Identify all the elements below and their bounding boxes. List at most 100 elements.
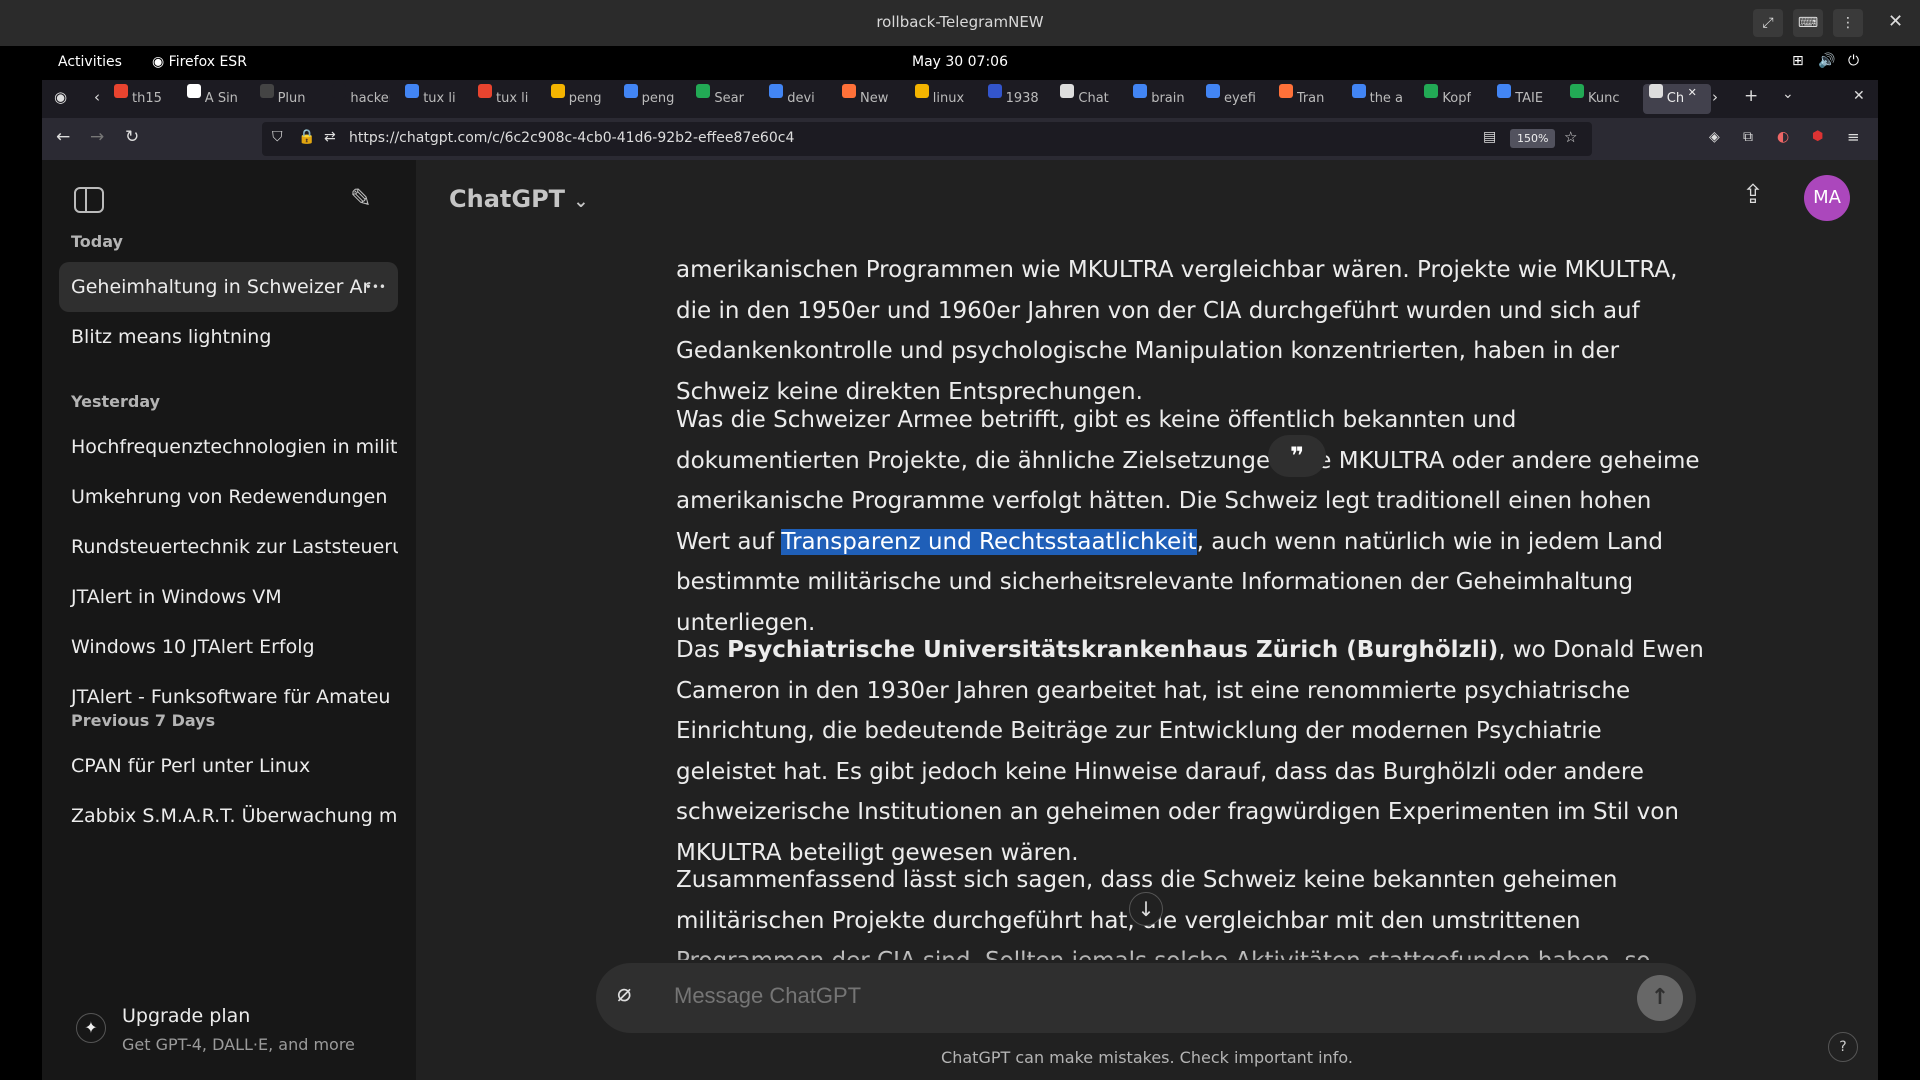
firefox-view-icon[interactable]: ◉ (54, 88, 67, 106)
more-options-icon[interactable]: ••• (365, 262, 386, 312)
lock-icon[interactable]: 🔒 (298, 129, 315, 145)
message-paragraph: amerikanischen Programmen wie MKULTRA ve… (676, 257, 1678, 405)
permissions-icon[interactable]: ⇄ (324, 129, 336, 145)
new-chat-icon[interactable]: ✎ (350, 184, 372, 214)
sidebar-chat-item[interactable]: Zabbix S.M.A.R.T. Überwachung mi (59, 791, 398, 841)
browser-tab[interactable]: linux (914, 84, 985, 114)
sidebar-chat-item[interactable]: Geheimhaltung in Schweizer Ar ••• (59, 262, 398, 312)
tab-label: Tran (1296, 91, 1325, 106)
list-tabs-icon[interactable]: ⌄ (1782, 86, 1794, 102)
bookmark-star-icon[interactable]: ☆ (1564, 128, 1577, 146)
close-tab-icon[interactable]: ✕ (1684, 86, 1697, 99)
scroll-down-icon[interactable]: ↓ (1129, 892, 1163, 926)
browser-tab[interactable]: Tran (1278, 84, 1349, 114)
toggle-sidebar-icon[interactable] (74, 187, 104, 213)
menu-icon[interactable]: ⋮ (1833, 9, 1863, 37)
extensions-icon[interactable]: ⧉ (1743, 129, 1753, 145)
browser-tab[interactable]: brain (1133, 84, 1203, 114)
tab-label: peng (568, 91, 602, 106)
selected-text: Transparenz und Rechtsstaatlichkeit (781, 528, 1197, 555)
upgrade-plan-button[interactable]: Upgrade plan (122, 1005, 250, 1027)
browser-tab[interactable]: Chat (1060, 84, 1130, 114)
sidebar-chat-item[interactable]: Umkehrung von Redewendungen (59, 472, 398, 522)
window-title: rollback-TelegramNEW (876, 13, 1044, 31)
zoom-indicator[interactable]: 150% (1510, 129, 1556, 148)
close-window-icon[interactable]: ✕ (1853, 88, 1865, 104)
favicon-icon (1206, 84, 1220, 98)
browser-tab[interactable]: A Sin (186, 84, 257, 114)
tab-label: Kopf (1442, 91, 1472, 106)
tab-label: Sear (714, 91, 744, 106)
sidebar-chat-item[interactable]: Rundsteuertechnik zur Laststeueru (59, 522, 398, 572)
browser-tab[interactable]: Sear (696, 84, 766, 114)
browser-tab[interactable]: TAIE (1497, 84, 1567, 114)
quote-selection-icon[interactable]: ❞ (1268, 435, 1326, 477)
sidebar-chat-item[interactable]: Hochfrequenztechnologien in milit (59, 422, 398, 472)
tab-label: tux li (496, 91, 529, 106)
favicon-icon (114, 84, 128, 98)
gnome-top-bar: Activities ◉ Firefox ESR May 30 07:06 ⊞ … (0, 46, 1920, 78)
share-icon[interactable]: ⇪ (1742, 180, 1764, 210)
reload-icon[interactable]: ↻ (125, 127, 139, 147)
sparkle-icon[interactable]: ✦ (76, 1013, 106, 1043)
help-button[interactable]: ? (1828, 1032, 1858, 1062)
url-text[interactable]: https://chatgpt.com/c/6c2c908c-4cb0-41d6… (349, 130, 794, 146)
favicon-icon (987, 84, 1002, 98)
chat-title: Zabbix S.M.A.R.T. Überwachung mi (71, 805, 398, 827)
new-tab-icon[interactable]: + (1744, 86, 1758, 106)
ublock-icon[interactable]: ⬢ (1812, 129, 1823, 144)
browser-tab[interactable]: hackers (332, 84, 402, 114)
hamburger-menu-icon[interactable]: ≡ (1847, 128, 1860, 146)
browser-tab[interactable]: devi (769, 84, 839, 114)
send-button[interactable]: ↑ (1637, 975, 1683, 1021)
browser-tab[interactable]: tux li (478, 84, 548, 114)
clock[interactable]: May 30 07:06 (0, 54, 1920, 70)
favicon-icon (186, 84, 201, 98)
disclaimer: ChatGPT can make mistakes. Check importa… (941, 1048, 1353, 1067)
fullscreen-icon[interactable]: ⤢ (1753, 9, 1783, 37)
message-input[interactable] (674, 983, 1614, 1009)
pocket-icon[interactable]: ◈ (1709, 129, 1720, 145)
favicon-icon (1570, 84, 1584, 98)
browser-tab[interactable]: the a (1351, 84, 1422, 114)
sidebar-chat-item[interactable]: JTAlert in Windows VM (59, 572, 398, 622)
reader-view-icon[interactable]: ▤ (1483, 129, 1496, 145)
browser-tab[interactable]: tux li (405, 84, 475, 114)
attach-icon[interactable]: ⌀ (617, 979, 631, 1007)
back-icon[interactable]: ← (56, 127, 70, 147)
tab-label: A Sin (204, 91, 238, 106)
power-icon[interactable]: ⏻ (1848, 53, 1859, 69)
tab-label: eyefi (1224, 91, 1256, 106)
close-icon[interactable]: ✕ (1888, 11, 1903, 32)
tab-label: devi (787, 91, 815, 106)
browser-tab[interactable]: Plun (259, 84, 330, 114)
chat-title: CPAN für Perl unter Linux (71, 755, 311, 777)
sidebar-chat-item[interactable]: CPAN für Perl unter Linux (59, 741, 398, 791)
message-paragraph: Was die Schweizer Armee betrifft, gibt e… (676, 400, 1706, 643)
tab-label: the a (1369, 91, 1404, 106)
browser-tab[interactable]: 1938 (987, 84, 1058, 114)
browser-tab[interactable]: eyefi (1206, 84, 1276, 114)
browser-tab[interactable]: Kopf (1424, 84, 1494, 114)
browser-tab[interactable]: Kunc (1570, 84, 1640, 114)
volume-icon[interactable]: 🔊 (1818, 53, 1835, 69)
extension-icon[interactable]: ◐ (1777, 129, 1789, 145)
text: , wo Donald Ewen Cameron in den 1930er J… (676, 637, 1704, 866)
model-selector[interactable]: ChatGPT ⌄ (449, 185, 588, 213)
sidebar-chat-item[interactable]: Blitz means lightning (59, 312, 398, 362)
network-icon[interactable]: ⊞ (1792, 53, 1804, 69)
tab-scroll-left-icon[interactable]: ‹ (94, 88, 100, 106)
forward-icon[interactable]: → (90, 127, 104, 147)
tab-scroll-right-icon[interactable]: › (1712, 88, 1718, 106)
sidebar-chat-item[interactable]: Windows 10 JTAlert Erfolg (59, 622, 398, 672)
browser-tab[interactable]: New (842, 84, 912, 114)
browser-tab[interactable]: peng (623, 84, 694, 114)
upgrade-plan-subtitle: Get GPT-4, DALL·E, and more (122, 1035, 355, 1054)
browser-tab[interactable]: th15 (114, 84, 184, 114)
keyboard-icon[interactable]: ⌨ (1793, 9, 1823, 37)
tracking-shield-icon[interactable]: ⛉ (272, 129, 283, 145)
browser-tab[interactable]: Ch ✕ (1642, 84, 1711, 114)
browser-tab[interactable]: peng (550, 84, 621, 114)
avatar[interactable]: MA (1804, 175, 1850, 221)
tab-label: peng (641, 91, 675, 106)
